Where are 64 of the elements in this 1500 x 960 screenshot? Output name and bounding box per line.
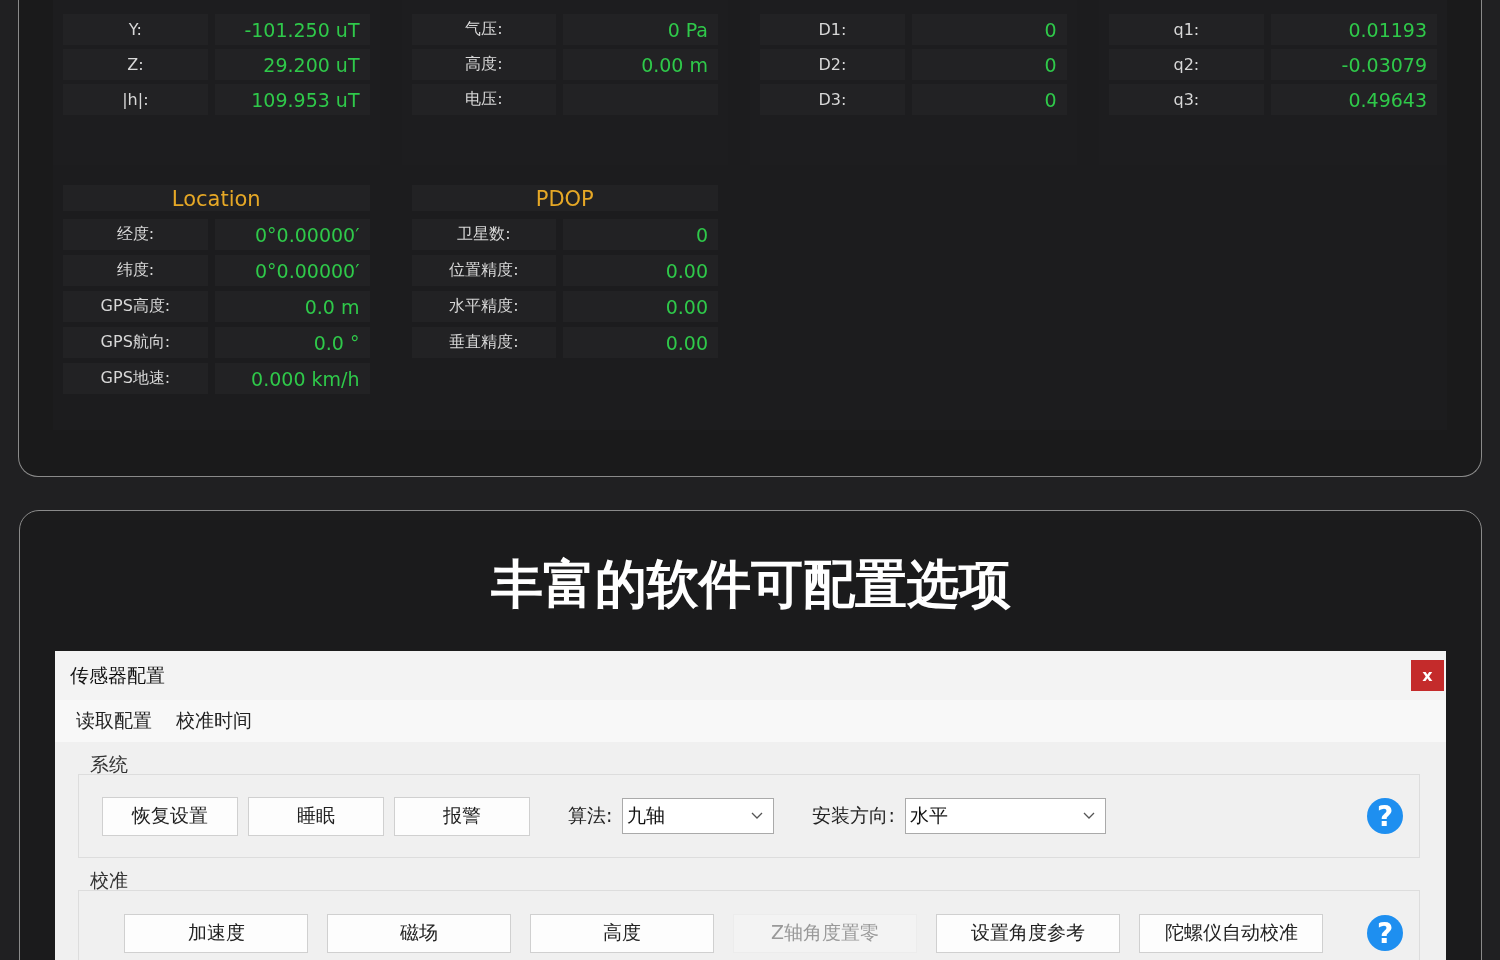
field-label: 垂直精度: [411,327,557,358]
field-label: 高度: [411,49,557,80]
field-value: 0°0.00000′ [214,219,370,250]
field-value: 0 [911,84,1067,115]
dropdown[interactable]: 九轴 [622,798,775,834]
field-label: q3: [1108,84,1265,115]
action-button[interactable]: 陀螺仪自动校准 [1139,913,1323,953]
field-label: 气压: [411,14,557,45]
field-value: 109.953 uT [214,84,370,115]
section-title: PDOP [411,185,718,211]
field-value: 0°0.00000′ [214,255,370,286]
field-label: 经度: [63,219,208,250]
field-label: GPS地速: [63,363,208,394]
menu-item[interactable]: 读取配置 [76,708,152,734]
field-value: 0.000 km/h [214,363,370,394]
field-label: GPS航向: [63,327,208,358]
action-button[interactable]: 高度 [530,913,714,953]
field-value: 0.00 [563,291,718,322]
caret-icon [1082,812,1095,820]
field-label: Y: [63,14,208,45]
action-button[interactable]: 加速度 [124,913,308,953]
field-label: D2: [760,49,905,80]
field-value: 0 Pa [563,14,718,45]
field-value: 0.01193 [1271,14,1437,45]
window-title: 传感器配置 [70,662,165,688]
group-title: 校准 [90,868,128,893]
field-value: 0.0 m [214,291,370,322]
field-value: 0.0 ° [214,327,370,358]
field-label: q1: [1108,14,1265,45]
action-button[interactable]: 睡眠 [248,796,384,836]
field-value: 0 [911,14,1067,45]
field-label: q2: [1108,49,1265,80]
field-label: |h|: [63,84,208,115]
group-title: 系统 [90,752,128,777]
field-value: 29.200 uT [214,49,370,80]
field-value: -101.250 uT [214,14,370,45]
field-value: 0.49643 [1271,84,1437,115]
field-value: -0.03079 [1271,49,1437,80]
field-label: 算法: [568,803,613,828]
heading: 丰富的软件可配置选项 [489,553,1012,616]
field-label: 卫星数: [411,219,557,250]
action-button[interactable]: 恢复设置 [102,796,238,836]
caret-icon [751,812,764,820]
field-value: 0.00 [563,327,718,358]
section-title: Location [63,185,370,211]
dropdown[interactable]: 水平 [904,798,1106,834]
field-value: 0.00 m [563,49,718,80]
action-button[interactable]: 设置角度参考 [936,913,1120,953]
field-label: 水平精度: [411,291,557,322]
field-label: 电压: [411,84,557,115]
action-button[interactable]: 报警 [394,796,530,836]
field-label: D3: [760,84,905,115]
field-value: 0 [563,219,718,250]
field-label: GPS高度: [63,291,208,322]
field-label: D1: [760,14,905,45]
action-button[interactable]: 磁场 [327,913,511,953]
field-label: 位置精度: [411,255,557,286]
field-label: Z: [63,49,208,80]
field-label: 安装方向: [812,803,895,828]
field-value: 0.00 [563,255,718,286]
menu-item[interactable]: 校准时间 [176,708,252,734]
close-button[interactable]: x [1411,660,1444,691]
field-label: 纬度: [63,255,208,286]
field-value: 0 [911,49,1067,80]
